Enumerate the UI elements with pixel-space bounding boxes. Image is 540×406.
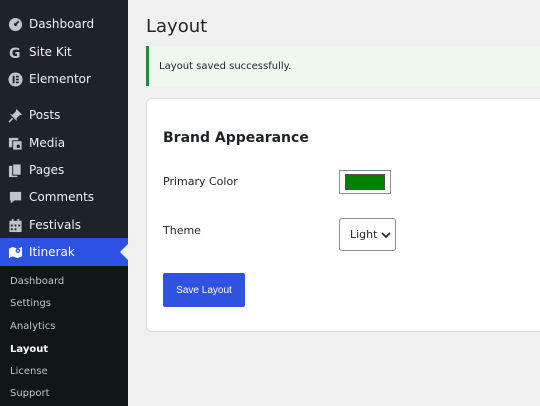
sidebar-item-comments[interactable]: Comments	[0, 183, 128, 211]
submenu-item-dashboard[interactable]: Dashboard	[10, 275, 64, 289]
active-indicator	[120, 244, 128, 260]
sidebar-item-label: Itinerak	[29, 245, 75, 259]
sidebar-item-label: Festivals	[29, 218, 81, 232]
sidebar-item-site-kit[interactable]: G Site Kit	[0, 38, 128, 66]
site-kit-icon: G	[7, 44, 23, 60]
sidebar-item-elementor[interactable]: Elementor	[0, 65, 128, 93]
submenu-item-license[interactable]: License	[10, 365, 48, 379]
sidebar-item-media[interactable]: Media	[0, 129, 128, 157]
sidebar-item-posts[interactable]: Posts	[0, 101, 128, 129]
sidebar-item-label: Posts	[29, 108, 61, 122]
brand-appearance-card: Brand Appearance Primary Color Theme Lig…	[146, 98, 540, 332]
submenu-item-layout[interactable]: Layout	[10, 343, 48, 357]
map-icon	[7, 244, 23, 260]
submenu-item-settings[interactable]: Settings	[10, 297, 51, 311]
sidebar-item-label: Pages	[29, 163, 65, 177]
pages-icon	[7, 162, 23, 178]
card-title: Brand Appearance	[163, 130, 309, 146]
submenu-item-support[interactable]: Support	[10, 387, 50, 401]
admin-sidebar: Dashboard G Site Kit Elementor Posts Med…	[0, 0, 128, 406]
sidebar-item-dashboard[interactable]: Dashboard	[0, 10, 128, 38]
media-icon	[7, 135, 23, 151]
sidebar-item-label: Media	[29, 136, 66, 150]
elementor-icon	[7, 71, 23, 87]
sidebar-item-pages[interactable]: Pages	[0, 156, 128, 184]
sidebar-item-label: Dashboard	[29, 17, 95, 31]
itinerak-submenu: Dashboard Settings Analytics Layout Lice…	[0, 266, 128, 406]
calendar-icon	[7, 217, 23, 233]
color-swatch	[345, 174, 385, 190]
page-title: Layout	[146, 16, 208, 37]
svg-text:G: G	[8, 46, 20, 60]
submenu-item-analytics[interactable]: Analytics	[10, 320, 55, 334]
save-layout-button[interactable]: Save Layout	[163, 273, 245, 307]
success-notice: Layout saved successfully.	[146, 46, 540, 86]
notice-text: Layout saved successfully.	[159, 61, 292, 72]
sidebar-item-label: Elementor	[29, 72, 91, 86]
comment-icon	[7, 189, 23, 205]
sidebar-item-label: Comments	[29, 190, 95, 204]
sidebar-item-itinerak[interactable]: Itinerak	[0, 238, 128, 266]
pin-icon	[7, 107, 23, 123]
theme-select-value: Light	[350, 228, 378, 241]
chevron-down-icon	[381, 231, 392, 239]
theme-label: Theme	[163, 224, 201, 237]
primary-color-picker[interactable]	[339, 170, 391, 194]
sidebar-item-label: Site Kit	[29, 45, 72, 59]
theme-select[interactable]: Light	[339, 218, 396, 251]
dashboard-icon	[7, 16, 23, 32]
primary-color-label: Primary Color	[163, 175, 238, 188]
sidebar-item-festivals[interactable]: Festivals	[0, 211, 128, 239]
